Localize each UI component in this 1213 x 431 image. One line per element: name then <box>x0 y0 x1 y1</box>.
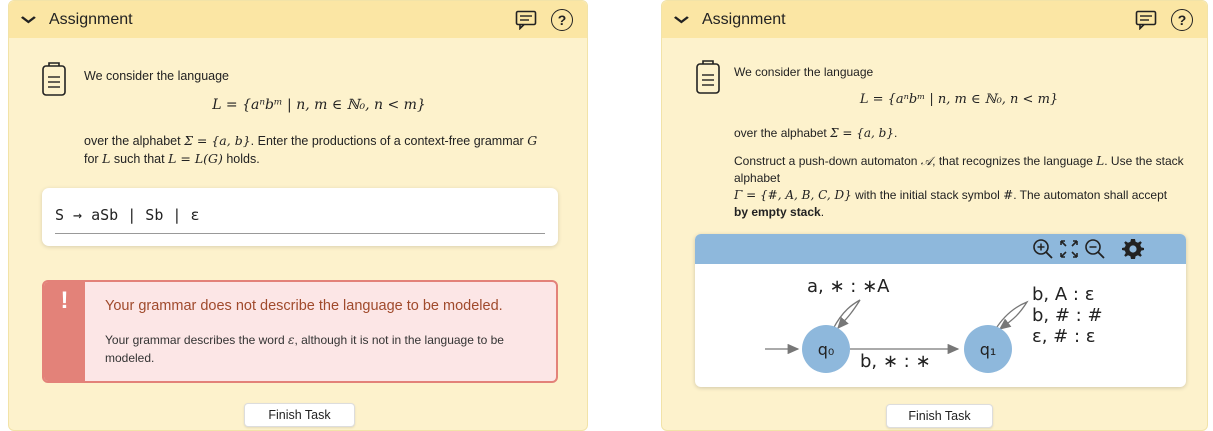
edge-q0-q1-label: b, ∗ : ∗ <box>860 351 931 372</box>
assignment-panel-right: Assignment ? We consider the language L … <box>661 0 1208 431</box>
error-mark-icon: ! <box>44 282 85 381</box>
error-title: Your grammar does not describe the langu… <box>105 298 503 314</box>
loop-q1-label-3: ε, # : ε <box>1032 326 1096 347</box>
clipboard-icon <box>695 59 721 100</box>
error-text: Your grammar describes the word ε, altho… <box>105 333 504 365</box>
finish-task-button[interactable]: Finish Task <box>886 404 993 428</box>
state-q1-label: q₁ <box>980 340 997 359</box>
state-q0-label: q₀ <box>818 340 835 359</box>
input-underline <box>55 233 545 234</box>
loop-q1-label-1: b, A : ε <box>1032 284 1094 305</box>
error-message: ! Your grammar does not describe the lan… <box>42 280 558 383</box>
language-formula: L = {aⁿbᵐ | n, m ∈ ℕ₀, n < m} <box>859 92 1059 107</box>
grammar-input[interactable]: S → aSb | Sb | ε <box>55 206 200 224</box>
gear-icon[interactable] <box>1121 237 1145 266</box>
feedback-icon[interactable] <box>515 10 537 30</box>
panel-title: Assignment <box>49 10 133 28</box>
language-formula: L = {aⁿbᵐ | n, m ∈ ℕ₀, n < m} <box>212 97 426 113</box>
loop-q1[interactable] <box>994 300 1029 331</box>
panel-header[interactable]: Assignment ? <box>9 1 587 38</box>
automaton-editor[interactable]: q₀ q₁ a, ∗ : ∗A b, ∗ : ∗ b, A : ε b, # :… <box>695 234 1186 387</box>
loop-q1-label-2: b, # : # <box>1032 305 1103 326</box>
clipboard-icon <box>41 61 67 102</box>
help-icon[interactable]: ? <box>551 8 573 31</box>
zoom-out-icon[interactable] <box>1083 237 1107 266</box>
automaton-canvas[interactable]: q₀ q₁ a, ∗ : ∗A b, ∗ : ∗ b, A : ε b, # :… <box>695 264 1186 387</box>
feedback-icon[interactable] <box>1135 10 1157 30</box>
grammar-input-card[interactable]: S → aSb | Sb | ε <box>42 188 558 246</box>
chevron-down-icon[interactable] <box>673 12 695 27</box>
help-icon[interactable]: ? <box>1171 8 1193 31</box>
chevron-down-icon[interactable] <box>20 12 42 27</box>
finish-task-button[interactable]: Finish Task <box>244 403 355 427</box>
loop-q0-label: a, ∗ : ∗A <box>807 276 890 297</box>
assignment-panel-left: Assignment ? We consider the language L … <box>8 0 588 431</box>
intro-text: We consider the language <box>84 69 230 83</box>
intro-text: We consider the language <box>734 65 874 79</box>
panel-title: Assignment <box>702 10 786 28</box>
description-text: over the alphabet Σ = {a, b}. Enter the … <box>84 133 538 166</box>
zoom-in-icon[interactable] <box>1031 237 1055 266</box>
automaton-toolbar <box>695 234 1186 264</box>
panel-header[interactable]: Assignment ? <box>662 1 1207 38</box>
fit-view-icon[interactable] <box>1057 237 1081 266</box>
alphabet-text: over the alphabet Σ = {a, b}. <box>734 126 898 140</box>
loop-q0[interactable] <box>832 299 861 330</box>
task-text: Construct a push-down automaton 𝒜, that … <box>734 154 1184 219</box>
